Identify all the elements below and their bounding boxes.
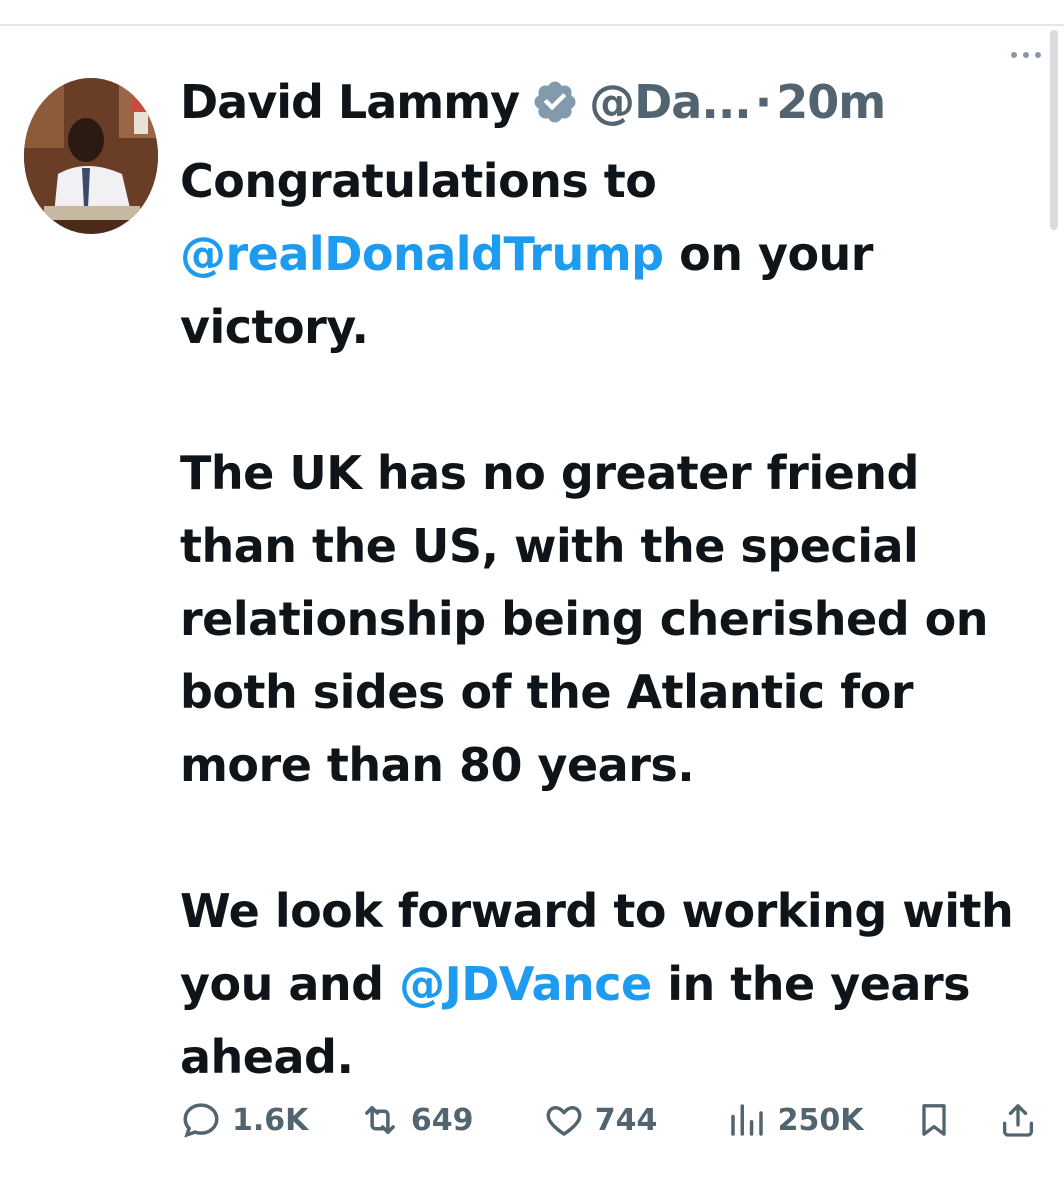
tweet-paragraph: We look forward to working with you and …	[180, 875, 1050, 1094]
bookmark-icon	[922, 1104, 947, 1136]
share-button[interactable]	[996, 1098, 1040, 1142]
repost-count: 649	[410, 1102, 474, 1138]
avatar[interactable]	[24, 78, 158, 234]
mention-link[interactable]: @realDonaldTrump	[180, 227, 664, 281]
like-button[interactable]: 744	[543, 1099, 722, 1141]
author-name[interactable]: David Lammy	[180, 75, 520, 129]
tweet-text: Congratulations to @realDonaldTrump on y…	[180, 145, 1050, 1094]
tweet-header: David Lammy @Da... · 20m	[180, 73, 1050, 131]
more-icon[interactable]	[1006, 40, 1046, 70]
timestamp[interactable]: 20m	[776, 75, 886, 129]
repost-button[interactable]: 649	[359, 1099, 543, 1141]
separator-dot: ·	[754, 75, 773, 129]
reply-icon	[183, 1103, 219, 1138]
tweet-paragraph: Congratulations to @realDonaldTrump on y…	[180, 145, 1050, 364]
tweet-body: David Lammy @Da... · 20m Congratulations…	[180, 73, 1050, 1094]
share-icon	[1003, 1104, 1034, 1137]
avatar-photo	[24, 78, 158, 234]
bookmark-button[interactable]	[913, 1098, 957, 1142]
text-segment: Congratulations to	[180, 154, 657, 208]
like-icon	[546, 1106, 582, 1136]
action-bar: 1.6K 649 744 250K	[180, 1094, 1040, 1146]
views-button[interactable]: 250K	[726, 1099, 905, 1141]
views-count: 250K	[777, 1102, 864, 1138]
mention-link[interactable]: @JDVance	[399, 957, 652, 1011]
repost-icon	[365, 1106, 395, 1134]
reply-count: 1.6K	[232, 1102, 309, 1138]
tweet-paragraph: The UK has no greater friend than the US…	[180, 446, 989, 792]
tweet[interactable]: David Lammy @Da... · 20m Congratulations…	[0, 26, 1064, 1200]
reply-button[interactable]: 1.6K	[180, 1099, 359, 1141]
views-icon	[730, 1104, 763, 1136]
author-handle[interactable]: @Da...	[589, 75, 752, 129]
like-count: 744	[594, 1102, 658, 1138]
verified-badge-icon	[531, 78, 579, 126]
top-divider	[0, 0, 1064, 26]
